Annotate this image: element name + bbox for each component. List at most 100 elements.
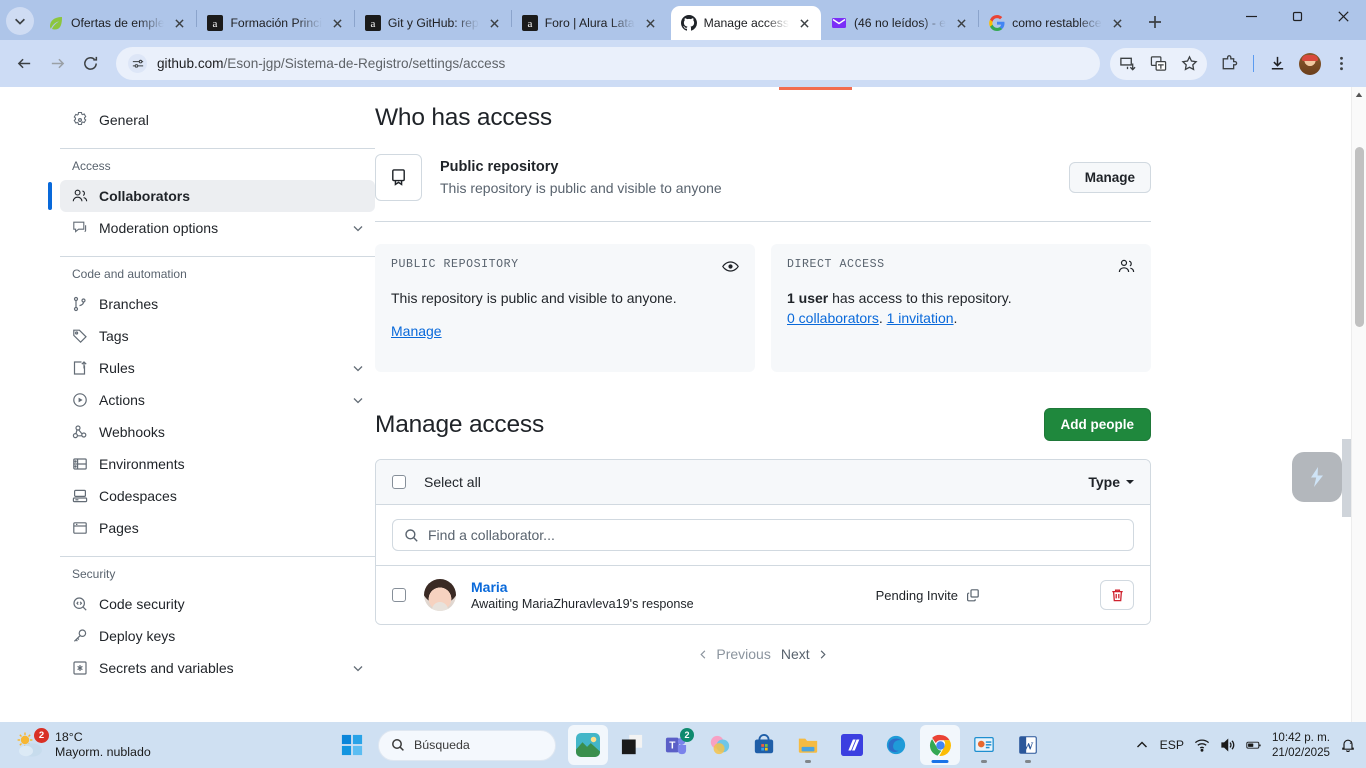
kebab-menu-icon [1340, 56, 1343, 71]
tray-overflow-button[interactable] [1134, 737, 1150, 753]
copy-icon[interactable] [966, 588, 980, 602]
svg-text:a: a [370, 18, 375, 30]
browser-tab[interactable]: a Formación Princi [197, 6, 353, 40]
maximize-button[interactable] [1274, 0, 1320, 33]
extensions-icon[interactable] [1214, 48, 1245, 79]
sidebar-item-collaborators[interactable]: Collaborators [48, 180, 375, 212]
browser-tab[interactable]: (46 no leídos) - e [821, 6, 978, 40]
collaborators-link[interactable]: 0 collaborators [787, 310, 879, 326]
sidebar-item-actions[interactable]: Actions [60, 384, 375, 416]
browser-tab[interactable]: a Foro | Alura Lata [512, 6, 667, 40]
translate-icon[interactable] [1143, 48, 1174, 79]
page-scrollbar[interactable] [1351, 87, 1366, 722]
address-bar[interactable]: github.com/Eson-jgp/Sistema-de-Registro/… [116, 47, 1100, 80]
close-icon [175, 18, 185, 28]
taskbar-app-copilot[interactable] [700, 725, 740, 765]
downloads-icon[interactable] [1262, 48, 1293, 79]
chevron-down-icon[interactable] [351, 393, 365, 407]
invitations-link[interactable]: 1 invitation [887, 310, 954, 326]
reload-button[interactable] [75, 48, 106, 79]
browser-tab-active[interactable]: Manage access [670, 6, 821, 40]
tab-close-button[interactable] [1109, 15, 1126, 32]
card-manage-link[interactable]: Manage [391, 323, 442, 339]
delete-collaborator-button[interactable] [1100, 580, 1134, 610]
tab-close-button[interactable] [171, 15, 188, 32]
sidebar-item-secrets-and-variables[interactable]: Secrets and variables [60, 652, 375, 684]
minimize-button[interactable] [1228, 0, 1274, 33]
taskbar-app-edge[interactable] [876, 725, 916, 765]
sidebar-item-deploy-keys[interactable]: Deploy keys [60, 620, 375, 652]
sidebar-item-codespaces[interactable]: Codespaces [60, 480, 375, 512]
tab-close-button[interactable] [953, 15, 970, 32]
install-app-icon[interactable] [1112, 48, 1143, 79]
type-filter-dropdown[interactable]: Type [1088, 474, 1134, 490]
profile-avatar-button[interactable] [1294, 48, 1325, 79]
taskbar-app-powerpoint[interactable] [964, 725, 1004, 765]
chevron-down-icon[interactable] [351, 361, 365, 375]
taskbar-app-alura[interactable] [832, 725, 872, 765]
bookmark-star-icon[interactable] [1174, 48, 1205, 79]
language-indicator[interactable]: ESP [1160, 738, 1184, 752]
forward-button[interactable] [42, 48, 73, 79]
add-people-button[interactable]: Add people [1043, 408, 1151, 441]
taskbar-app-chrome[interactable] [920, 725, 960, 765]
scrollbar-thumb[interactable] [1355, 147, 1364, 327]
chevron-down-icon[interactable] [351, 661, 365, 675]
taskbar-app-wallpaper[interactable] [568, 725, 608, 765]
sidebar-item-code-security[interactable]: Code security [60, 588, 375, 620]
sidebar-item-branches[interactable]: Branches [60, 288, 375, 320]
wifi-button[interactable] [1194, 737, 1210, 753]
sidebar-item-general[interactable]: General [60, 104, 375, 136]
page-viewport: General Access Collaborators Moderation … [0, 87, 1366, 722]
taskbar-app-dark-square[interactable] [612, 725, 652, 765]
tab-close-button[interactable] [642, 15, 659, 32]
notifications-button[interactable]: z [1340, 737, 1356, 753]
search-input[interactable]: Find a collaborator... [392, 519, 1134, 551]
sidebar-item-webhooks[interactable]: Webhooks [60, 416, 375, 448]
clock[interactable]: 10:42 p. m. 21/02/2025 [1272, 730, 1330, 761]
chevron-down-icon[interactable] [351, 221, 365, 235]
bell-icon: z [1342, 739, 1354, 753]
site-settings-icon[interactable] [128, 54, 147, 73]
browser-tab[interactable]: Ofertas de emple [38, 6, 196, 40]
taskbar-app-file-explorer[interactable] [788, 725, 828, 765]
sidebar-item-rules[interactable]: Rules [60, 352, 375, 384]
close-window-button[interactable] [1320, 0, 1366, 33]
sidebar-item-tags[interactable]: Tags [60, 320, 375, 352]
sidebar-item-environments[interactable]: Environments [60, 448, 375, 480]
back-button[interactable] [9, 48, 40, 79]
select-all-checkbox[interactable] [392, 475, 406, 489]
tab-close-button[interactable] [329, 15, 346, 32]
collaborator-name-link[interactable]: Maria [471, 579, 876, 595]
tab-close-button[interactable] [796, 15, 813, 32]
weather-widget[interactable]: 2 18°C Mayorm. nublado [0, 728, 300, 761]
taskbar-app-word[interactable]: W [1008, 725, 1048, 765]
taskbar-app-store[interactable] [744, 725, 784, 765]
browser-tab[interactable]: como restablece [979, 6, 1133, 40]
taskbar-app-teams[interactable]: T 2 [656, 725, 696, 765]
copilot-icon [710, 735, 730, 755]
page-load-progress [0, 87, 1366, 90]
tab-close-button[interactable] [486, 15, 503, 32]
chrome-menu-button[interactable] [1326, 48, 1357, 79]
arrow-left-icon [17, 58, 31, 69]
manage-access-title: Manage access [375, 410, 544, 438]
sidebar-item-moderation-options[interactable]: Moderation options [60, 212, 375, 244]
tab-search-button[interactable] [6, 7, 34, 35]
manage-visibility-button[interactable]: Manage [1068, 162, 1151, 193]
previous-page-button[interactable]: Previous [698, 646, 771, 662]
start-button[interactable] [332, 725, 372, 765]
sidebar-item-pages[interactable]: Pages [60, 512, 375, 544]
row-checkbox[interactable] [392, 588, 406, 602]
grammar-assistant-widget[interactable] [1292, 452, 1342, 502]
tag-icon [72, 328, 88, 344]
taskbar-search[interactable]: Búsqueda [378, 729, 556, 761]
new-tab-button[interactable] [1141, 8, 1169, 36]
url-path: /Eson-jgp/Sistema-de-Registro/settings/a… [223, 56, 506, 71]
browser-tab[interactable]: a Git y GitHub: rep [355, 6, 511, 40]
battery-button[interactable] [1246, 737, 1262, 753]
svg-text:a: a [213, 18, 218, 30]
next-page-button[interactable]: Next [781, 646, 828, 662]
sidebar-item-label: Webhooks [99, 424, 165, 440]
volume-button[interactable] [1220, 737, 1236, 753]
